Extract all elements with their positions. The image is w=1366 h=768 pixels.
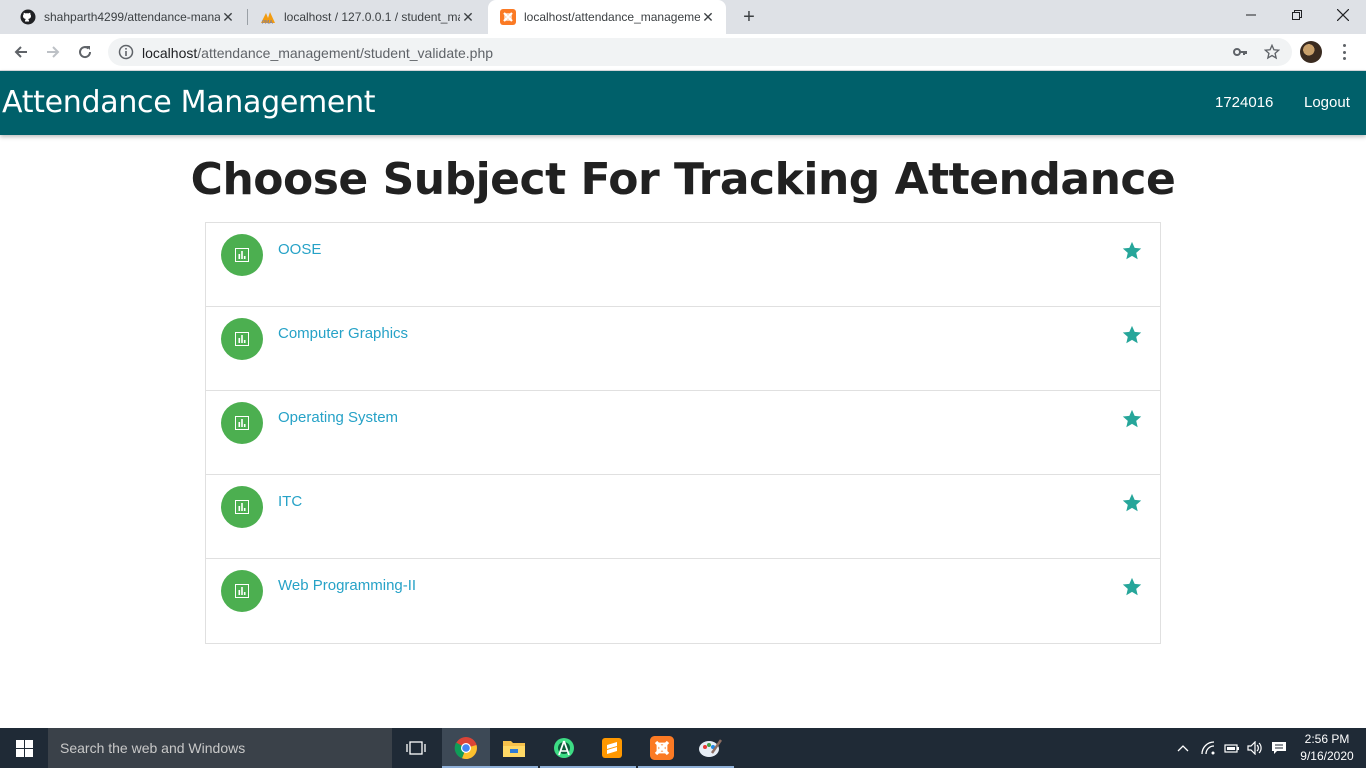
tab-github[interactable]: shahparth4299/attendance-mana ✕ xyxy=(8,0,246,34)
subject-link[interactable]: ITC xyxy=(278,493,302,510)
xampp-icon xyxy=(500,9,516,25)
url-text: localhost/attendance_management/student_… xyxy=(142,45,493,61)
github-icon xyxy=(20,9,36,25)
page-title: Choose Subject For Tracking Attendance xyxy=(190,154,1176,205)
close-tab-icon[interactable]: ✕ xyxy=(220,9,236,25)
subject-list: OOSE Computer Graphics Operating System ITC… xyxy=(205,222,1161,644)
task-view-icon[interactable] xyxy=(392,728,440,768)
key-icon[interactable] xyxy=(1232,44,1248,60)
phpmyadmin-icon: PMA xyxy=(260,9,276,25)
assessment-icon xyxy=(221,402,263,444)
sublime-text-icon[interactable] xyxy=(588,728,636,768)
subject-link[interactable]: OOSE xyxy=(278,241,321,258)
close-tab-icon[interactable]: ✕ xyxy=(460,9,476,25)
subject-item: ITC xyxy=(206,475,1160,559)
svg-text:PMA: PMA xyxy=(262,20,273,25)
assessment-icon xyxy=(221,486,263,528)
tray-chevron-up-icon[interactable] xyxy=(1174,728,1192,768)
subject-item: Web Programming-II xyxy=(206,559,1160,643)
url-path: /attendance_management/student_validate.… xyxy=(197,45,494,61)
close-window-icon[interactable] xyxy=(1320,0,1366,30)
reload-icon[interactable] xyxy=(72,39,98,65)
browser-toolbar: localhost/attendance_management/student_… xyxy=(0,34,1366,71)
action-center-icon[interactable] xyxy=(1269,728,1289,768)
bookmark-star-icon[interactable] xyxy=(1263,43,1281,60)
back-icon[interactable] xyxy=(8,39,34,65)
star-icon[interactable] xyxy=(1121,576,1143,598)
subject-item: OOSE xyxy=(206,223,1160,307)
subject-link[interactable]: Computer Graphics xyxy=(278,325,408,342)
subject-link[interactable]: Operating System xyxy=(278,409,398,426)
assessment-icon xyxy=(221,234,263,276)
tab-title: localhost / 127.0.0.1 / student_ma xyxy=(284,10,460,24)
star-icon[interactable] xyxy=(1121,324,1143,346)
new-tab-button[interactable]: + xyxy=(737,5,761,29)
assessment-icon xyxy=(221,570,263,612)
profile-avatar[interactable] xyxy=(1300,41,1322,63)
taskbar-search[interactable]: Search the web and Windows xyxy=(48,728,392,768)
info-icon[interactable] xyxy=(118,44,134,60)
logout-link[interactable]: Logout xyxy=(1304,94,1350,111)
minimize-icon[interactable] xyxy=(1228,0,1274,30)
address-bar[interactable]: localhost/attendance_management/student_… xyxy=(108,38,1292,66)
app-navbar: Attendance Management 1724016 Logout xyxy=(0,71,1366,135)
chrome-icon[interactable] xyxy=(442,728,490,768)
battery-icon[interactable] xyxy=(1222,728,1242,768)
subject-item: Operating System xyxy=(206,391,1160,475)
forward-icon[interactable] xyxy=(40,39,66,65)
tab-strip: shahparth4299/attendance-mana ✕ PMA loca… xyxy=(0,0,1366,34)
url-host: localhost xyxy=(142,45,198,61)
star-icon[interactable] xyxy=(1121,492,1143,514)
menu-kebab-icon[interactable] xyxy=(1337,42,1351,62)
tab-title: localhost/attendance_manageme xyxy=(524,10,700,24)
clock-date: 9/16/2020 xyxy=(1300,749,1354,763)
star-icon[interactable] xyxy=(1121,240,1143,262)
wifi-icon[interactable] xyxy=(1198,728,1218,768)
android-studio-icon[interactable] xyxy=(540,728,588,768)
subject-item: Computer Graphics xyxy=(206,307,1160,391)
tab-phpmyadmin[interactable]: PMA localhost / 127.0.0.1 / student_ma ✕ xyxy=(248,0,486,34)
app-brand[interactable]: Attendance Management xyxy=(2,85,376,120)
volume-icon[interactable] xyxy=(1245,728,1265,768)
taskbar-search-placeholder: Search the web and Windows xyxy=(60,740,246,756)
windows-taskbar: Search the web and Windows 2:56 PM 9/16/… xyxy=(0,728,1366,768)
user-id-link[interactable]: 1724016 xyxy=(1215,94,1273,111)
star-icon[interactable] xyxy=(1121,408,1143,430)
assessment-icon xyxy=(221,318,263,360)
file-explorer-icon[interactable] xyxy=(490,728,538,768)
paint-icon[interactable] xyxy=(686,728,734,768)
close-tab-icon[interactable]: ✕ xyxy=(700,9,716,25)
subject-link[interactable]: Web Programming-II xyxy=(278,577,416,594)
windows-start-icon[interactable] xyxy=(0,728,48,768)
tab-title: shahparth4299/attendance-mana xyxy=(44,10,220,24)
restore-icon[interactable] xyxy=(1274,0,1320,30)
taskbar-clock[interactable]: 2:56 PM 9/16/2020 xyxy=(1294,731,1360,765)
clock-time: 2:56 PM xyxy=(1304,732,1350,746)
xampp-icon[interactable] xyxy=(638,728,686,768)
tab-attendance[interactable]: localhost/attendance_manageme ✕ xyxy=(488,0,726,34)
